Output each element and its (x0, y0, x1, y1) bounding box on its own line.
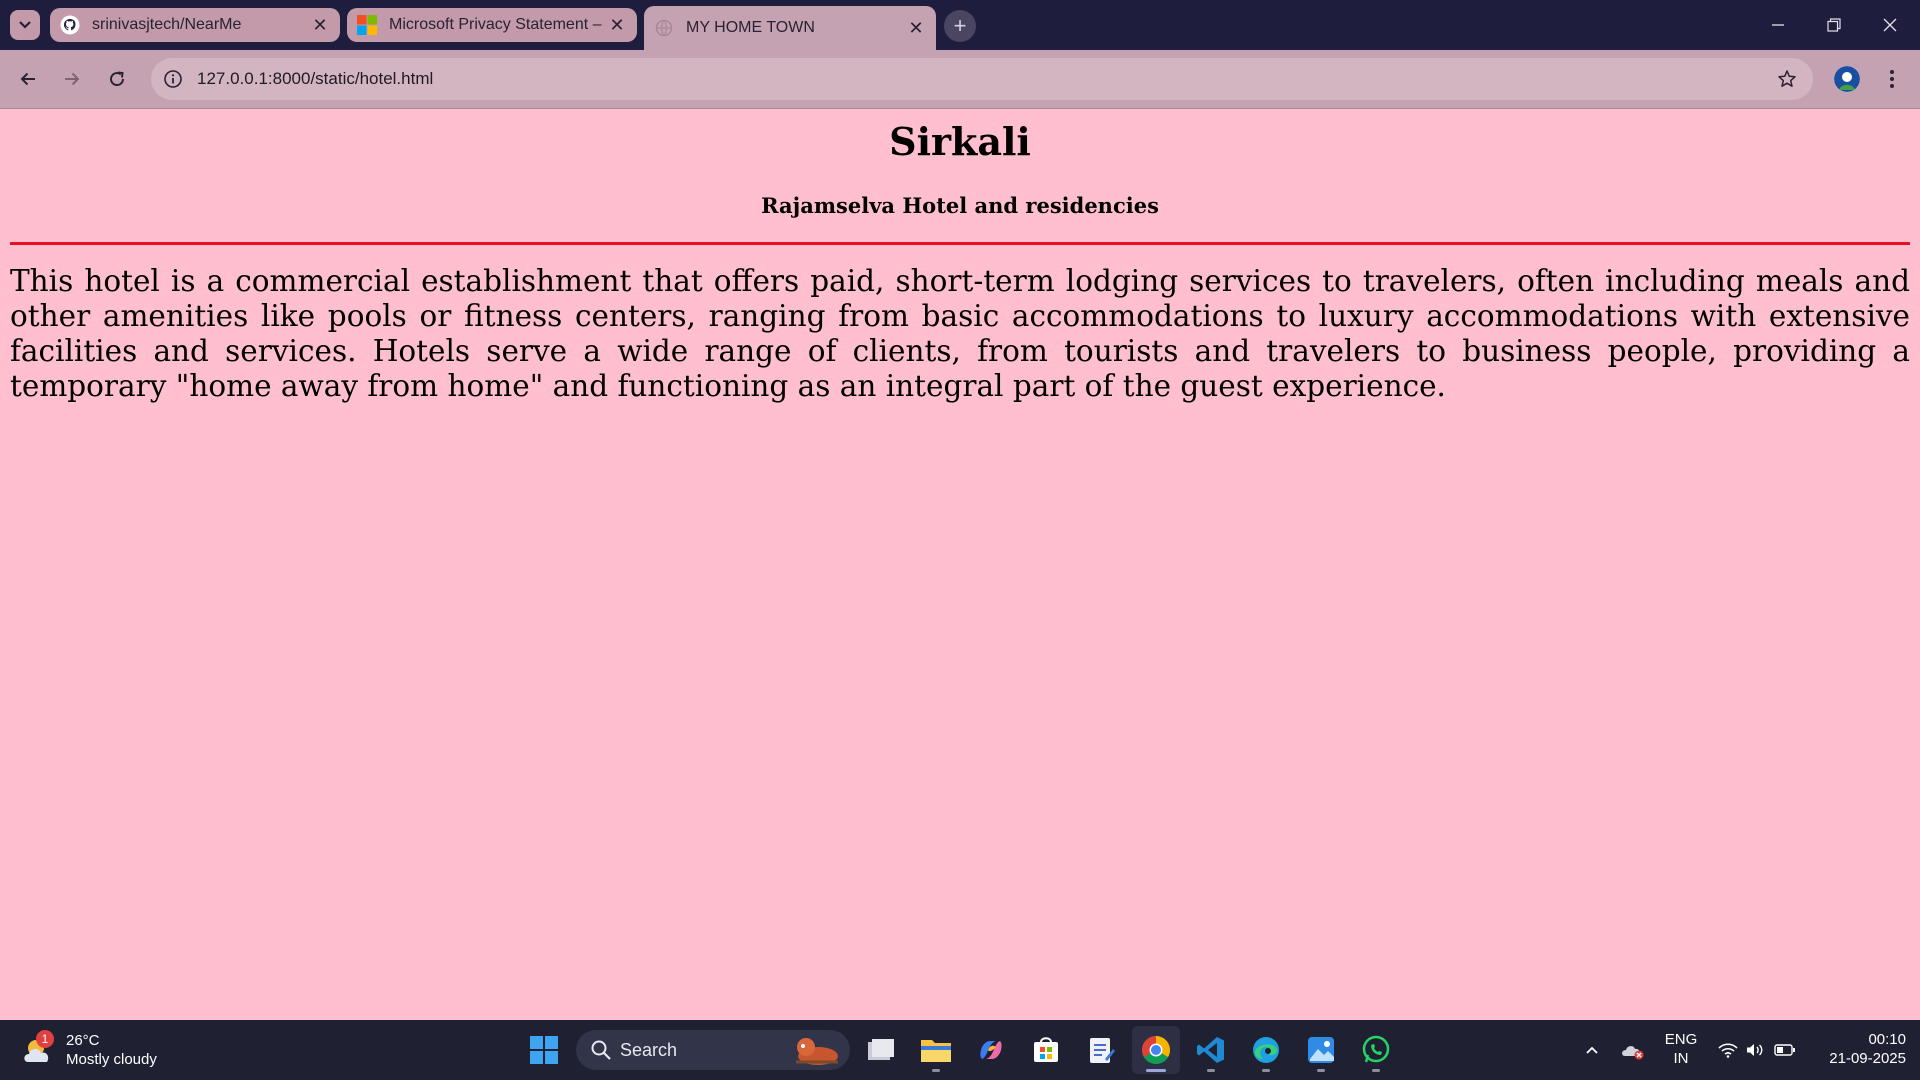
photos-icon (1308, 1037, 1334, 1063)
clock-date: 21-09-2025 (1829, 1050, 1906, 1067)
bookmark-star-icon[interactable] (1775, 67, 1799, 91)
microsoft-icon (357, 15, 377, 35)
avatar-icon (1834, 66, 1860, 92)
weather-condition: Mostly cloudy (66, 1051, 157, 1068)
taskbar-copilot[interactable] (967, 1026, 1015, 1074)
page-subheading: Rajamselva Hotel and residencies (761, 193, 1159, 218)
taskbar-vscode[interactable] (1187, 1026, 1235, 1074)
site-info-icon[interactable] (161, 67, 185, 91)
page-heading: Sirkali (889, 119, 1031, 164)
weather-cloud-icon: 1 (20, 1030, 60, 1070)
page-content: Sirkali Rajamselva Hotel and residencies… (0, 109, 1920, 1020)
tab-search-button[interactable] (10, 10, 40, 40)
whatsapp-icon (1362, 1035, 1390, 1063)
red-panda-icon (796, 1038, 838, 1065)
tab-title: Microsoft Privacy Statement – M (389, 16, 607, 33)
notepad-icon (1090, 1038, 1115, 1063)
url-text[interactable]: 127.0.0.1:8000/static/hotel.html (197, 58, 433, 100)
globe-icon (654, 18, 674, 38)
lang-line1: ENG (1664, 1031, 1698, 1048)
chrome-icon (1142, 1036, 1170, 1064)
browser-toolbar: 127.0.0.1:8000/static/hotel.html (0, 50, 1920, 109)
tab-github[interactable]: srinivasjtech/NearMe ✕ (50, 8, 340, 42)
battery-icon (1774, 1044, 1795, 1056)
close-icon (1883, 18, 1897, 32)
microsoft-store-icon (1034, 1037, 1058, 1062)
volume-status[interactable] (1742, 1020, 1768, 1080)
close-icon[interactable]: ✕ (310, 15, 330, 35)
more-vertical-icon (1890, 70, 1894, 88)
language-indicator[interactable]: ENG IN (1656, 1030, 1706, 1068)
start-button[interactable] (520, 1026, 568, 1074)
new-tab-button[interactable]: + (944, 10, 976, 42)
close-icon[interactable]: ✕ (607, 15, 627, 35)
forward-button[interactable] (56, 63, 88, 95)
taskbar-search[interactable]: Search (576, 1030, 850, 1070)
back-arrow-icon (20, 72, 35, 86)
cloud-error-icon (1622, 1046, 1644, 1060)
wifi-icon (1718, 1043, 1738, 1058)
tab-my-home-town[interactable]: MY HOME TOWN ✕ (644, 6, 936, 50)
file-explorer-icon (921, 1040, 951, 1062)
taskbar-file-explorer[interactable] (912, 1026, 960, 1074)
taskbar-notepad[interactable] (1077, 1026, 1125, 1074)
wifi-status[interactable] (1714, 1020, 1742, 1080)
taskbar-whatsapp[interactable] (1352, 1026, 1400, 1074)
tab-title: MY HOME TOWN (686, 19, 815, 36)
weather-temp: 26°C (66, 1032, 100, 1049)
lang-line2: IN (1673, 1050, 1689, 1067)
chevron-up-icon (1586, 1046, 1598, 1054)
search-icon (591, 1040, 611, 1060)
chevron-down-icon (19, 21, 31, 29)
profile-avatar[interactable] (1834, 66, 1860, 92)
copilot-icon (980, 1041, 1002, 1059)
minimize-button[interactable] (1750, 0, 1806, 50)
horizontal-rule (10, 242, 1910, 245)
taskbar-edge[interactable] (1242, 1026, 1290, 1074)
battery-status[interactable] (1770, 1020, 1800, 1080)
task-view-icon (868, 1039, 894, 1060)
hotel-description: This hotel is a commercial establishment… (10, 264, 1910, 403)
windows-start-icon (530, 1036, 558, 1064)
weather-badge: 1 (36, 1030, 54, 1048)
taskbar-chrome[interactable] (1132, 1026, 1180, 1074)
onedrive-status[interactable] (1618, 1020, 1648, 1080)
restore-button[interactable] (1806, 0, 1862, 50)
reload-icon (110, 71, 125, 87)
weather-widget[interactable]: 1 26°C Mostly cloudy (20, 1028, 157, 1072)
browser-menu-button[interactable] (1880, 63, 1904, 95)
close-window-button[interactable] (1862, 0, 1918, 50)
edge-icon (1253, 1037, 1279, 1063)
address-bar[interactable]: 127.0.0.1:8000/static/hotel.html (151, 58, 1813, 100)
clock[interactable]: 00:10 21-09-2025 (1808, 1030, 1906, 1068)
minimize-icon (1772, 24, 1784, 26)
plus-icon: + (953, 13, 967, 38)
reload-button[interactable] (101, 63, 133, 95)
tab-title: srinivasjtech/NearMe (92, 16, 242, 33)
taskbar: 1 26°C Mostly cloudy Search ENG IN 00:10… (0, 1020, 1920, 1080)
search-label: Search (620, 1039, 678, 1060)
close-icon[interactable]: ✕ (906, 18, 926, 38)
tab-microsoft-privacy[interactable]: Microsoft Privacy Statement – M ✕ (347, 8, 637, 42)
taskbar-microsoft-store[interactable] (1022, 1026, 1070, 1074)
forward-arrow-icon (65, 72, 80, 86)
github-icon (60, 15, 80, 35)
taskbar-task-view[interactable] (857, 1026, 905, 1074)
back-button[interactable] (12, 63, 44, 95)
tab-strip: srinivasjtech/NearMe ✕ Microsoft Privacy… (0, 0, 1920, 50)
vscode-icon (1197, 1037, 1224, 1063)
volume-icon (1747, 1044, 1763, 1056)
show-hidden-icons-button[interactable] (1578, 1020, 1606, 1080)
taskbar-photos[interactable] (1297, 1026, 1345, 1074)
clock-time: 00:10 (1868, 1031, 1906, 1048)
restore-icon (1827, 18, 1841, 32)
